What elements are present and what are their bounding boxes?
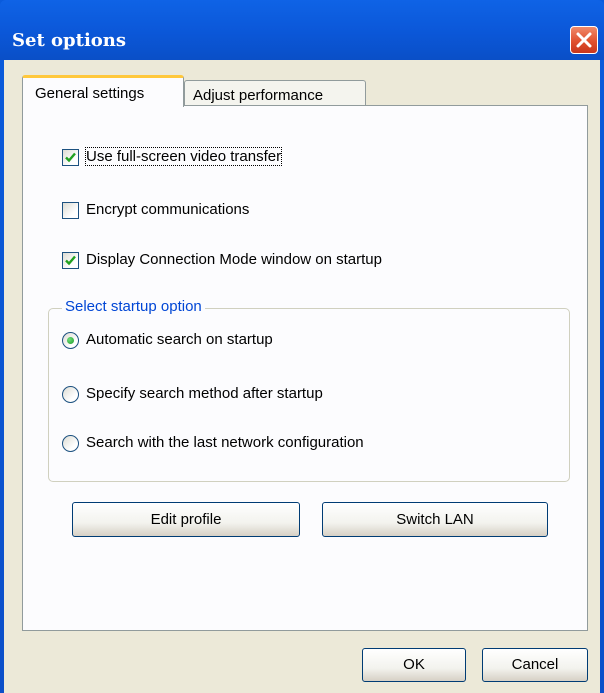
radio-specify-search-method[interactable]: Specify search method after startup [62,384,402,406]
close-button[interactable] [570,26,598,54]
radio-last-network-config[interactable]: Search with the last network configurati… [62,433,452,455]
checkmark-icon [65,152,76,163]
tab-adjust-performance[interactable]: Adjust performance [184,80,366,107]
radio-button[interactable] [62,386,79,403]
checkbox-label: Encrypt communications [86,201,250,218]
checkbox-box[interactable] [62,149,79,166]
checkbox-display-connection-mode[interactable]: Display Connection Mode window on startu… [62,250,472,272]
radio-selected-dot-icon [67,337,74,344]
checkbox-box[interactable] [62,202,79,219]
tab-label: Adjust performance [193,87,324,104]
radio-label: Automatic search on startup [86,331,273,348]
group-title: Select startup option [62,298,205,315]
radio-label: Search with the last network configurati… [86,434,364,451]
radio-label: Specify search method after startup [86,385,323,402]
radio-automatic-search[interactable]: Automatic search on startup [62,330,342,352]
close-x-icon [576,32,592,48]
radio-button[interactable] [62,435,79,452]
cancel-button[interactable]: Cancel [482,648,588,682]
checkbox-label: Use full-screen video transfer [84,147,283,166]
title-bar[interactable]: Set options [0,0,604,60]
checkbox-full-screen-video[interactable]: Use full-screen video transfer [62,147,352,169]
switch-lan-button[interactable]: Switch LAN [322,502,548,537]
radio-button[interactable] [62,332,79,349]
checkbox-box[interactable] [62,252,79,269]
checkbox-encrypt-communications[interactable]: Encrypt communications [62,200,302,222]
window-title: Set options [12,30,127,51]
tab-label: General settings [35,85,145,102]
checkbox-label: Display Connection Mode window on startu… [86,251,382,268]
edit-profile-button[interactable]: Edit profile [72,502,300,537]
checkmark-icon [65,255,76,266]
ok-button[interactable]: OK [362,648,466,682]
tab-general-settings[interactable]: General settings [22,75,184,107]
